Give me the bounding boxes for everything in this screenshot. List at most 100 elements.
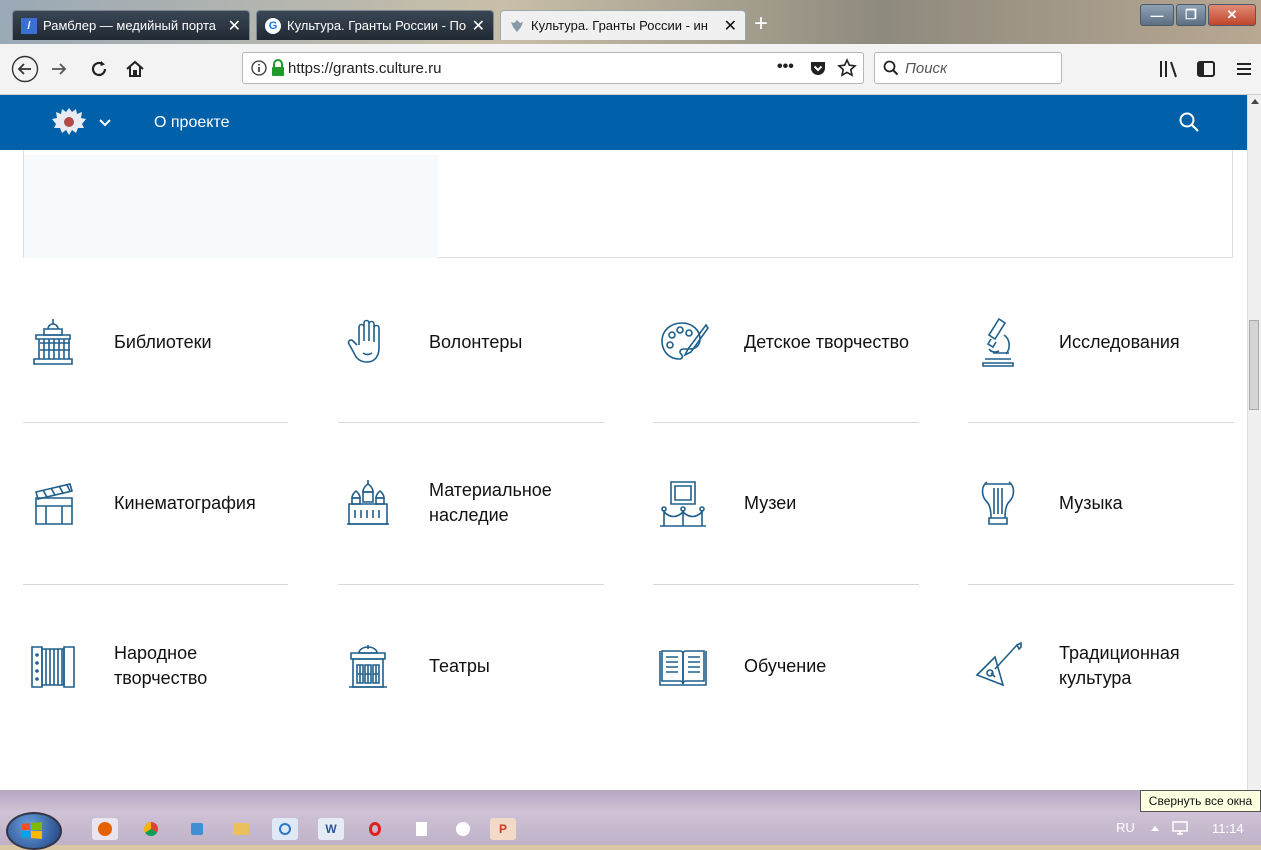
category-label: Обучение <box>744 655 827 676</box>
pocket-icon[interactable] <box>809 59 827 77</box>
minimize-window-button[interactable]: — <box>1140 4 1174 26</box>
address-bar[interactable]: https://grants.culture.ru ••• <box>242 52 864 84</box>
divider <box>23 422 288 423</box>
category-label: Волонтеры <box>429 331 523 352</box>
menu-icon[interactable] <box>1234 59 1254 79</box>
start-button[interactable] <box>6 812 62 850</box>
category-museums[interactable]: Музеи <box>652 472 914 534</box>
microscope-icon <box>967 311 1029 373</box>
close-window-button[interactable]: ✕ <box>1208 4 1256 26</box>
category-folk-art[interactable]: Народное творчество <box>22 635 284 697</box>
close-tab-icon[interactable]: ✕ <box>472 16 485 36</box>
category-cinematography[interactable]: Кинематография <box>22 472 284 534</box>
close-tab-icon[interactable]: ✕ <box>228 16 241 36</box>
category-label: Народное творчество <box>114 643 208 688</box>
category-volunteers[interactable]: Волонтеры <box>337 311 599 373</box>
accordion-icon <box>22 635 84 697</box>
search-placeholder: Поиск <box>905 60 948 77</box>
category-label: Театры <box>429 655 490 676</box>
taskbar-word-icon[interactable]: W <box>318 818 344 840</box>
scroll-up-arrow-icon[interactable] <box>1250 97 1260 105</box>
tab-google-search[interactable]: G Культура. Гранты России - По ✕ <box>256 10 494 40</box>
page-scrollbar[interactable] <box>1247 95 1261 790</box>
back-button[interactable] <box>10 54 40 84</box>
network-icon[interactable] <box>1172 820 1190 836</box>
balalaika-icon <box>967 635 1029 697</box>
show-desktop-tooltip: Свернуть все окна <box>1140 790 1261 812</box>
home-icon <box>126 60 144 77</box>
category-label: Музеи <box>744 492 797 513</box>
scrollbar-thumb[interactable] <box>1249 320 1259 410</box>
clapperboard-icon <box>22 472 84 534</box>
taskbar-opera-icon[interactable] <box>362 818 388 840</box>
library-icon <box>22 311 84 373</box>
forward-button[interactable] <box>46 54 72 84</box>
category-label: Кинематография <box>114 492 256 513</box>
info-icon[interactable] <box>251 60 267 76</box>
tray-expand-icon[interactable] <box>1150 824 1160 832</box>
category-research[interactable]: Исследования <box>967 311 1229 373</box>
bookmark-star-icon[interactable] <box>837 58 857 78</box>
maximize-window-button[interactable]: ❐ <box>1176 4 1206 26</box>
taskbar-media-icon[interactable] <box>184 818 210 840</box>
category-music[interactable]: Музыка <box>967 472 1229 534</box>
lyre-icon <box>967 472 1029 534</box>
divider <box>968 422 1234 423</box>
banner-image-placeholder <box>24 155 438 258</box>
category-label: Материальное наследие <box>429 480 552 525</box>
palette-icon <box>652 311 714 373</box>
divider <box>338 584 604 585</box>
emblem-favicon-icon <box>509 18 525 34</box>
reload-button[interactable] <box>86 54 112 84</box>
rambler-favicon-icon: / <box>21 17 37 34</box>
tab-rambler[interactable]: / Рамблер — медийный порта ✕ <box>12 10 250 40</box>
url-text: https://grants.culture.ru <box>288 60 442 77</box>
google-favicon-icon: G <box>265 17 281 34</box>
clock[interactable]: 11:14 <box>1212 821 1244 836</box>
tab-grants-culture[interactable]: Культура. Гранты России - ин ✕ <box>500 10 746 40</box>
category-material-heritage[interactable]: Материальное наследие <box>337 472 599 534</box>
category-label: Музыка <box>1059 492 1123 513</box>
search-icon <box>883 60 899 76</box>
browser-toolbar: https://grants.culture.ru ••• Поиск <box>0 44 1261 95</box>
category-traditional-culture[interactable]: Традиционная культура <box>967 635 1229 697</box>
new-tab-button[interactable]: + <box>754 12 768 36</box>
book-icon <box>652 635 714 697</box>
category-education[interactable]: Обучение <box>652 635 914 697</box>
page-actions-button[interactable]: ••• <box>777 58 794 76</box>
taskbar-powerpoint-icon[interactable]: P <box>490 818 516 840</box>
russian-emblem-logo-icon[interactable] <box>50 105 88 139</box>
category-childrens-creativity[interactable]: Детское творчество <box>652 311 914 373</box>
tab-title: Культура. Гранты России - По <box>287 18 467 33</box>
category-label: Традиционная культура <box>1059 643 1180 688</box>
taskbar-firefox-icon[interactable] <box>92 818 118 840</box>
museum-exhibit-icon <box>652 472 714 534</box>
category-libraries[interactable]: Библиотеки <box>22 311 284 373</box>
category-label: Библиотеки <box>114 331 212 352</box>
sidebar-toggle-icon[interactable] <box>1196 59 1216 79</box>
chevron-down-icon[interactable] <box>98 117 112 129</box>
category-label: Исследования <box>1059 331 1180 352</box>
theatre-icon <box>337 635 399 697</box>
site-header: О проекте <box>0 95 1247 150</box>
nav-about-link[interactable]: О проекте <box>154 114 229 132</box>
site-search-icon[interactable] <box>1178 111 1200 133</box>
divider <box>653 584 919 585</box>
taskbar-chrome-icon[interactable] <box>138 818 164 840</box>
lock-icon <box>272 59 284 76</box>
search-box[interactable]: Поиск <box>874 52 1062 84</box>
library-button-icon[interactable] <box>1158 59 1180 79</box>
close-tab-icon[interactable]: ✕ <box>724 16 737 36</box>
windows-taskbar: Свернуть все окна W P RU 11:14 <box>0 790 1261 850</box>
back-arrow-icon <box>11 55 39 83</box>
category-theatres[interactable]: Театры <box>337 635 599 697</box>
home-button[interactable] <box>122 54 148 84</box>
cathedral-icon <box>337 472 399 534</box>
language-indicator[interactable]: RU <box>1116 820 1135 835</box>
hand-icon <box>337 311 399 373</box>
taskbar-document-icon[interactable] <box>408 818 434 840</box>
taskbar-email-icon[interactable] <box>272 818 298 840</box>
divider <box>23 584 288 585</box>
taskbar-folder-icon[interactable] <box>228 818 254 840</box>
taskbar-yandex-icon[interactable] <box>450 818 476 840</box>
